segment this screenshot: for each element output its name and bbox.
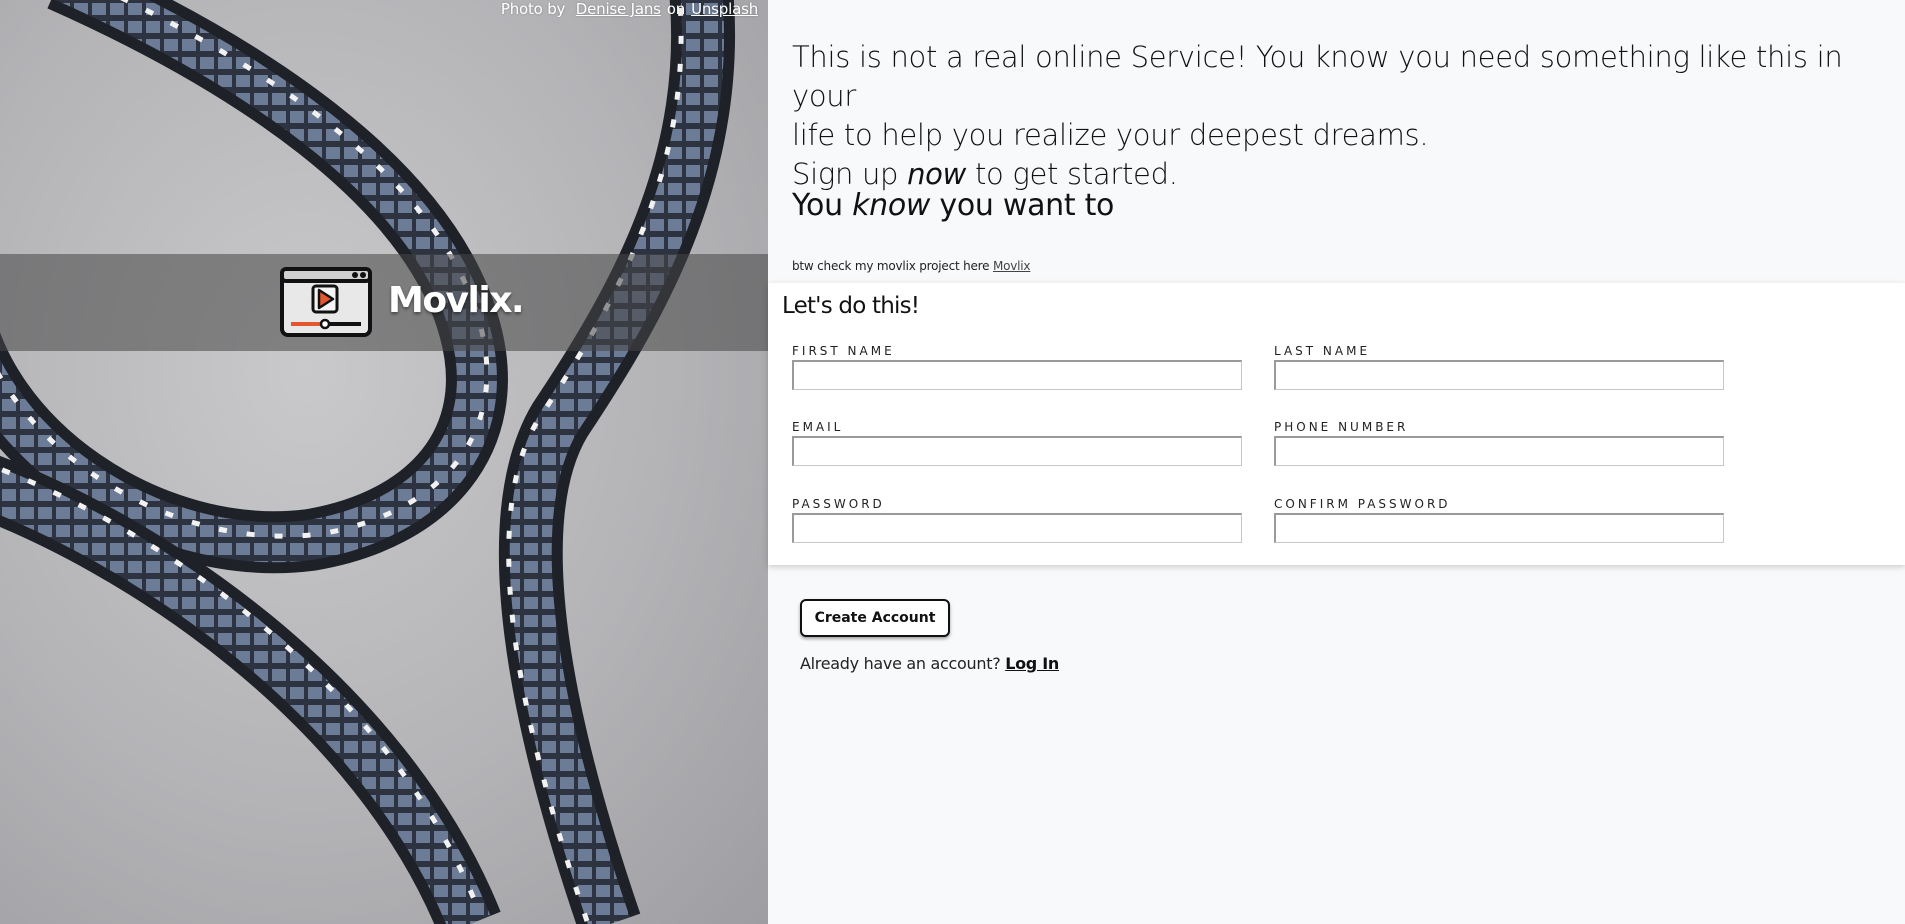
first-name-input[interactable] [792,360,1242,390]
intro-text: This is not a real online Service! You k… [792,38,1892,194]
confirm-password-label: CONFIRM PASSWORD [1274,497,1451,511]
signup-form: Let's do this! FIRST NAME LAST NAME EMAI… [768,283,1905,565]
credit-site-link[interactable]: Unsplash [691,0,758,18]
intro-line-3-before: Sign up [792,157,899,191]
project-note: btw check my movlix project here Movlix [792,259,1031,273]
last-name-input[interactable] [1274,360,1724,390]
password-input[interactable] [792,513,1242,543]
form-title: Let's do this! [782,293,920,319]
confirm-password-input[interactable] [1274,513,1724,543]
intro-line-3-after: to get started. [974,157,1178,191]
intro-line-3-emphasis: now [907,157,967,191]
phone-input[interactable] [1274,436,1724,466]
phone-field-group: PHONE NUMBER [1274,420,1724,466]
password-label: PASSWORD [792,497,885,511]
intro-tagline-before: You [792,188,843,223]
video-player-logo-icon [280,267,372,337]
intro-tagline: You know you want to [792,188,1114,223]
credit-on: on [666,0,686,18]
last-name-field-group: LAST NAME [1274,344,1724,390]
film-reel-background-image [0,0,736,924]
brand-name: Movlix. [388,280,525,321]
intro-tagline-after: you want to [939,188,1115,223]
credit-prefix: Photo by [500,0,566,18]
password-field-group: PASSWORD [792,497,1242,543]
brand-band [0,254,768,351]
confirm-password-field-group: CONFIRM PASSWORD [1274,497,1724,543]
login-prompt-text: Already have an account? [800,654,1001,673]
login-prompt: Already have an account? Log In [800,654,1059,673]
last-name-label: LAST NAME [1274,344,1371,358]
project-note-text: btw check my movlix project here [792,259,990,273]
signup-panel: This is not a real online Service! You k… [768,0,1905,924]
phone-label: PHONE NUMBER [1274,420,1409,434]
intro-line-2: life to help you realize your deepest dr… [792,118,1429,152]
photo-credit: Photo by Denise Jans on Unsplash [501,0,764,18]
credit-author-link[interactable]: Denise Jans [576,0,661,18]
email-label: EMAIL [792,420,844,434]
first-name-label: FIRST NAME [792,344,895,358]
intro-line-1: This is not a real online Service! You k… [792,40,1843,113]
intro-tagline-emphasis: know [852,188,931,223]
movlix-project-link[interactable]: Movlix [993,259,1031,273]
login-link[interactable]: Log In [1005,654,1059,673]
hero-panel: Photo by Denise Jans on Unsplash Movlix. [0,0,768,924]
email-field-group: EMAIL [792,420,1242,466]
signup-page: Photo by Denise Jans on Unsplash Movlix. T… [0,0,1905,924]
create-account-button[interactable]: Create Account [800,599,950,637]
email-input[interactable] [792,436,1242,466]
first-name-field-group: FIRST NAME [792,344,1242,390]
